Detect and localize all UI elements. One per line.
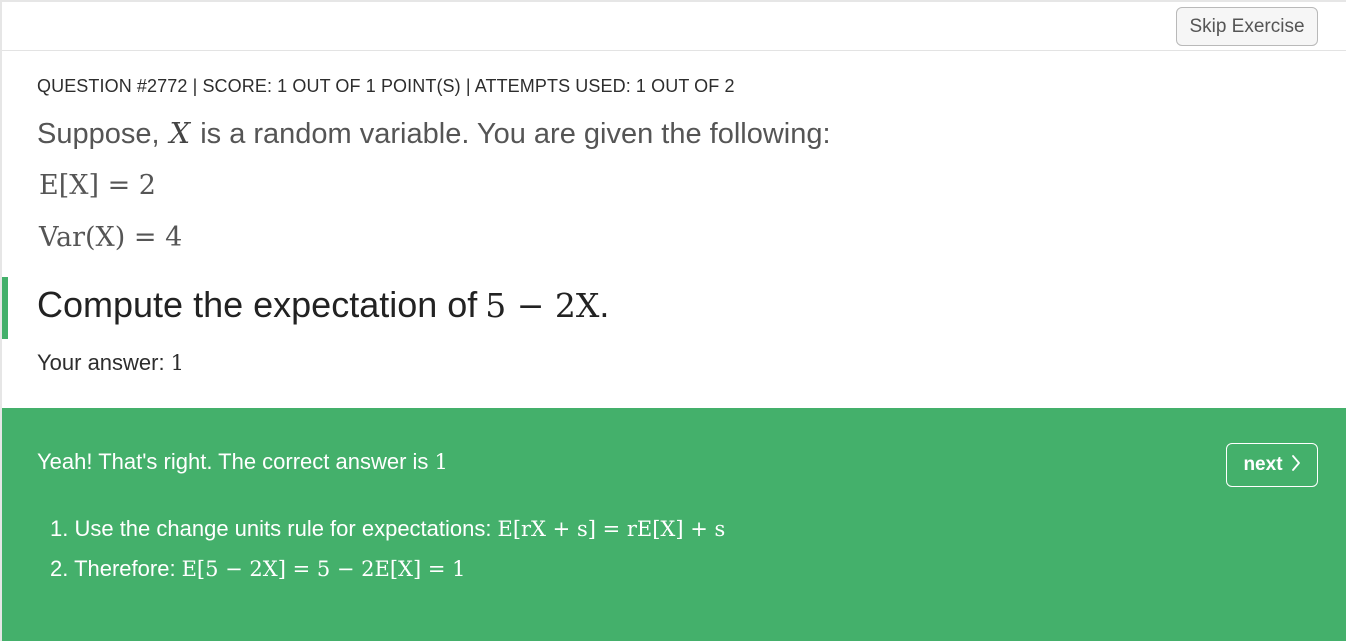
top-bar: Skip Exercise [2,2,1346,51]
step-text: 2. Therefore: [50,556,176,581]
feedback-message-text: Yeah! That's right. The correct answer i… [37,449,429,474]
question-expression: 5 − 2X [485,286,600,325]
feedback-panel: Yeah! That's right. The correct answer i… [2,408,1346,641]
question-period: . [599,284,610,325]
your-answer-label: Your answer: [37,350,165,375]
your-answer-value: 1 [170,351,184,375]
solution-step: 1. Use the change units rule for expecta… [50,514,725,554]
step-text: 1. Use the change units rule for expecta… [50,516,492,541]
next-button[interactable]: next [1226,443,1318,487]
step-math: E[5 − 2X] = 5 − 2E[X] = 1 [181,557,466,581]
your-answer: Your answer: 1 [37,350,184,376]
feedback-message: Yeah! That's right. The correct answer i… [37,449,448,475]
question-text: Compute the expectation of 5 − 2X. [37,284,609,326]
prompt-before: Suppose, [37,118,160,150]
given-expectation: E[X] = 2 [39,170,156,201]
question-meta: QUESTION #2772 | SCORE: 1 OUT OF 1 POINT… [37,76,735,96]
step-math: E[rX + s] = rE[X] + s [497,517,726,541]
solution-steps: 1. Use the change units rule for expecta… [50,514,725,594]
next-label: next [1243,454,1283,475]
question-accent-bar [2,277,8,339]
prompt-after: is a random variable. You are given the … [200,118,831,150]
skip-exercise-button[interactable]: Skip Exercise [1176,7,1318,46]
question-prompt: Suppose, Xis a random variable. You are g… [37,116,831,151]
chevron-right-icon [1291,454,1301,477]
given-variance: Var(X) = 4 [39,222,183,253]
prompt-variable: X [169,116,191,150]
correct-answer-value: 1 [434,450,448,474]
solution-step: 2. Therefore: E[5 − 2X] = 5 − 2E[X] = 1 [50,554,725,594]
question-label: Compute the expectation of [37,284,478,325]
